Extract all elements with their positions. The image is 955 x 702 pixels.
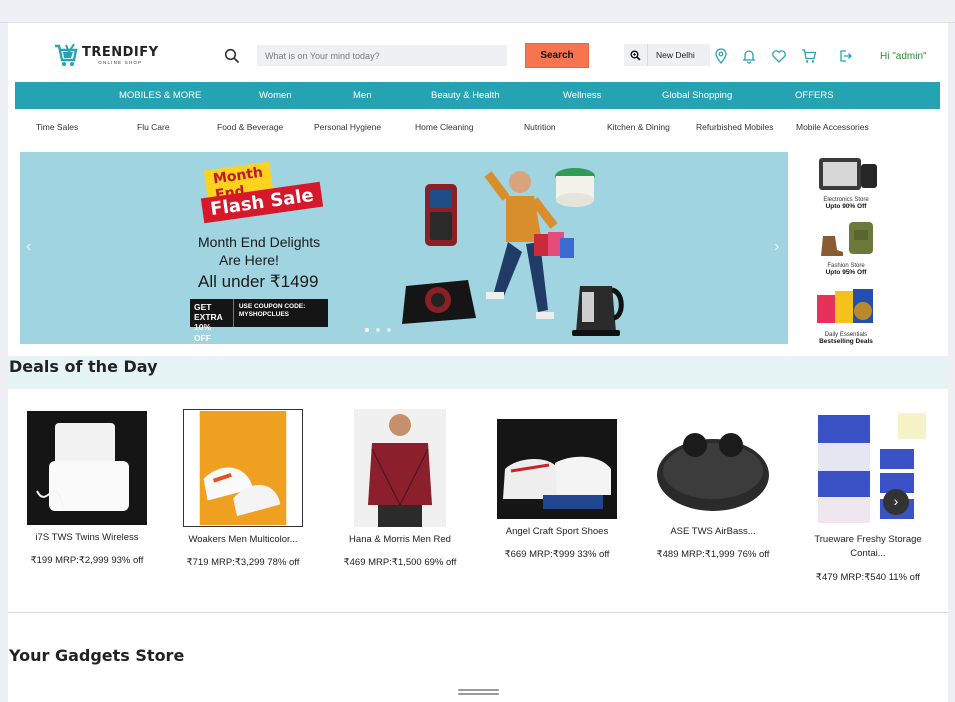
location-selector[interactable]: New Delhi — [624, 44, 710, 66]
electronics-image — [819, 158, 877, 190]
induction-cooktop-image — [402, 280, 476, 324]
bell-icon[interactable] — [741, 48, 757, 64]
hero-banner[interactable]: ‹ › Month End Flash Sale Month End Delig… — [20, 152, 788, 344]
location-name: New Delhi — [656, 50, 695, 60]
product-card[interactable]: Trueware Freshy Storage Contai... ₹479 M… — [798, 409, 938, 583]
cart-icon[interactable] — [801, 48, 817, 64]
heart-icon[interactable] — [771, 48, 787, 64]
brand-tagline: ONLINE SHOP — [98, 60, 143, 66]
nav-global-shopping[interactable]: Global Shopping — [662, 82, 732, 109]
subcat-time-sales[interactable]: Time Sales — [36, 122, 78, 132]
daily-essentials-image — [817, 289, 873, 323]
nav-wellness[interactable]: Wellness — [563, 82, 601, 109]
product-image — [806, 409, 930, 527]
product-card[interactable]: i7S TWS Twins Wireless ₹199 MRP:₹2,999 9… — [17, 411, 157, 566]
product-name: Trueware Freshy Storage Contai... — [814, 534, 922, 560]
side-promo-sub: Bestselling Deals — [819, 338, 873, 345]
product-image — [497, 419, 617, 519]
product-price: ₹469 MRP:₹1,500 69% off — [343, 557, 457, 569]
drag-handle-icon[interactable] — [458, 689, 499, 695]
fashion-image — [821, 222, 873, 256]
coupon-badge: GET EXTRA 10% OFF USE COUPON CODE: MYSHO… — [190, 299, 328, 343]
product-name: Angel Craft Sport Shoes — [505, 526, 609, 537]
subcat-home-cleaning[interactable]: Home Cleaning — [415, 122, 474, 132]
cream-jar-image — [555, 168, 595, 207]
nav-mobiles[interactable]: MOBILES & MORE — [119, 82, 201, 109]
coupon-code: USE COUPON CODE: MYSHOPCLUES — [238, 303, 306, 319]
banner-next-arrow[interactable]: › — [774, 238, 779, 256]
main-nav: MOBILES & MORE Women Men Beauty & Health… — [15, 82, 940, 109]
product-image — [354, 409, 446, 527]
location-pin-icon[interactable] — [713, 48, 729, 64]
product-price: ₹199 MRP:₹2,999 93% off — [30, 555, 144, 567]
product-price: ₹669 MRP:₹999 33% off — [504, 549, 610, 561]
banner-headline-1: Month End Delights — [198, 234, 321, 250]
search-icon[interactable] — [224, 48, 240, 64]
deals-title: Deals of the Day — [9, 357, 158, 376]
chevron-right-icon: › — [893, 493, 899, 509]
banner-dots — [365, 328, 391, 332]
product-name: Hana & Morris Men Red — [349, 534, 451, 545]
product-name: Woakers Men Multicolor... — [188, 534, 298, 545]
side-promo-fashion[interactable]: Fashion Store Upto 95% Off — [804, 218, 888, 276]
coupon-offer: GET EXTRA 10% OFF — [190, 299, 234, 343]
product-price: ₹489 MRP:₹1,999 76% off — [656, 549, 770, 561]
banner-prev-arrow[interactable]: ‹ — [26, 238, 31, 256]
product-card[interactable]: Woakers Men Multicolor... ₹719 MRP:₹3,29… — [173, 409, 313, 568]
product-name: ASE TWS AirBass... — [670, 526, 756, 537]
side-promo-electronics[interactable]: Electronics Store Upto 90% Off — [804, 154, 888, 210]
nav-women[interactable]: Women — [259, 82, 292, 109]
feature-phone-image — [425, 184, 457, 246]
banner-dot[interactable] — [387, 328, 391, 332]
cart-logo-icon — [55, 43, 78, 66]
product-card[interactable]: Angel Craft Sport Shoes ₹669 MRP:₹999 33… — [487, 419, 627, 560]
search-button[interactable]: Search — [525, 43, 589, 68]
nav-men[interactable]: Men — [353, 82, 371, 109]
brand-name: TRENDIFY — [82, 45, 159, 61]
banner-price-line: All under ₹1499 — [198, 272, 319, 291]
user-greeting[interactable]: Hi "admin" — [880, 51, 927, 62]
gadgets-title: Your Gadgets Store — [9, 646, 185, 665]
banner-dot[interactable] — [365, 328, 369, 332]
side-promo-sub: Upto 95% Off — [825, 269, 867, 276]
subcat-kitchen-dining[interactable]: Kitchen & Dining — [607, 122, 670, 132]
logout-icon[interactable] — [837, 48, 853, 64]
product-name: i7S TWS Twins Wireless — [35, 532, 139, 543]
product-image — [27, 411, 147, 525]
subcat-refurbished-mobiles[interactable]: Refurbished Mobiles — [696, 122, 773, 132]
header: TRENDIFY ONLINE SHOP Search New Delhi — [8, 23, 948, 81]
banner-headline-2: Are Here! — [219, 252, 279, 268]
section-divider — [8, 612, 948, 613]
side-promo-daily-essentials[interactable]: Daily Essentials Bestselling Deals — [804, 287, 888, 345]
search-input[interactable] — [257, 45, 507, 66]
deals-next-button[interactable]: › — [883, 489, 909, 515]
nav-offers[interactable]: OFFERS — [795, 82, 834, 109]
brand-logo[interactable]: TRENDIFY ONLINE SHOP — [54, 43, 159, 69]
banner-dot[interactable] — [376, 328, 380, 332]
side-promo-sub: Upto 90% Off — [825, 203, 867, 210]
page: TRENDIFY ONLINE SHOP Search New Delhi — [8, 22, 948, 702]
product-price: ₹719 MRP:₹3,299 78% off — [186, 557, 300, 569]
nav-beauty-health[interactable]: Beauty & Health — [431, 82, 500, 109]
product-image — [183, 409, 303, 527]
product-card[interactable]: ASE TWS AirBass... ₹489 MRP:₹1,999 76% o… — [643, 417, 783, 560]
product-card[interactable]: Hana & Morris Men Red ₹469 MRP:₹1,500 69… — [330, 409, 470, 568]
subcat-food-beverage[interactable]: Food & Beverage — [217, 122, 283, 132]
subcat-flu-care[interactable]: Flu Care — [137, 122, 170, 132]
product-image — [653, 417, 773, 519]
product-price: ₹479 MRP:₹540 11% off — [815, 571, 921, 583]
subcat-personal-hygiene[interactable]: Personal Hygiene — [314, 122, 381, 132]
subcat-nutrition[interactable]: Nutrition — [524, 122, 556, 132]
kettle-image — [572, 286, 624, 336]
subcat-mobile-accessories[interactable]: Mobile Accessories — [796, 122, 869, 132]
location-search-icon — [624, 44, 648, 66]
